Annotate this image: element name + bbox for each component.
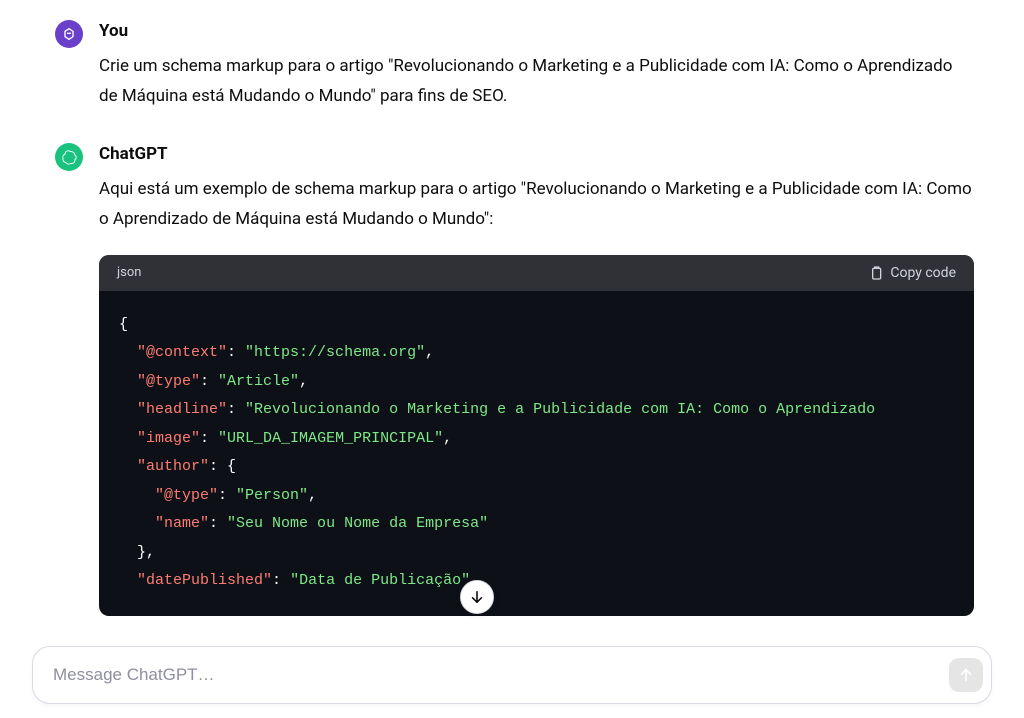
code-header: json Copy code [99,255,974,291]
copy-code-label: Copy code [890,265,956,281]
code-token: "@context" [137,344,227,361]
code-token: : [227,344,245,361]
code-token: "Seu Nome ou Nome da Empresa" [227,515,488,532]
code-token: : [227,401,245,418]
code-token: "URL_DA_IMAGEM_PRINCIPAL" [218,430,443,447]
code-token: "author" [137,458,209,475]
code-token: : [200,373,218,390]
user-message-content: You Crie um schema markup para o artigo … [99,20,974,111]
code-token: "Person" [236,487,308,504]
code-token: : [218,487,236,504]
scroll-down-button[interactable] [460,580,494,614]
code-language-label: json [117,265,141,280]
code-token: "https://schema.org" [245,344,425,361]
code-token: }, [137,544,155,561]
code-token: { [119,316,128,333]
assistant-message: ChatGPT Aqui está um exemplo de schema m… [55,143,974,615]
assistant-message-content: ChatGPT Aqui está um exemplo de schema m… [99,143,974,615]
conversation: You Crie um schema markup para o artigo … [0,0,1024,616]
code-token: "headline" [137,401,227,418]
code-token: "image" [137,430,200,447]
code-token: : [200,430,218,447]
user-message-text: Crie um schema markup para o artigo "Rev… [99,52,974,112]
assistant-author-label: ChatGPT [99,143,974,167]
arrow-up-icon [957,666,975,684]
code-token: , [443,430,452,447]
assistant-avatar [55,143,83,171]
composer [32,646,992,704]
code-block: json Copy code { "@context": "https://sc… [99,255,974,616]
send-button[interactable] [949,658,983,692]
assistant-message-text: Aqui está um exemplo de schema markup pa… [99,175,974,235]
code-token: "Article" [218,373,299,390]
clipboard-icon [868,265,884,281]
code-token: , [308,487,317,504]
code-token: : [209,458,218,475]
code-token: "Data de Publicação" [290,572,470,589]
user-author-label: You [99,20,974,44]
code-content[interactable]: { "@context": "https://schema.org", "@ty… [99,291,974,616]
code-token: "Revolucionando o Marketing e a Publicid… [245,401,884,418]
code-token: "@type" [137,373,200,390]
user-avatar-icon [61,26,77,42]
arrow-down-icon [468,588,486,606]
user-message: You Crie um schema markup para o artigo … [55,20,974,111]
code-token: "@type" [155,487,218,504]
openai-logo-icon [60,148,78,166]
code-token: "name" [155,515,209,532]
code-token: : [209,515,227,532]
code-token: { [218,458,236,475]
user-avatar [55,20,83,48]
copy-code-button[interactable]: Copy code [868,265,956,281]
code-token: "datePublished" [137,572,272,589]
code-token: , [299,373,308,390]
composer-input[interactable] [53,665,949,685]
code-token: : [272,572,290,589]
code-token: , [425,344,434,361]
